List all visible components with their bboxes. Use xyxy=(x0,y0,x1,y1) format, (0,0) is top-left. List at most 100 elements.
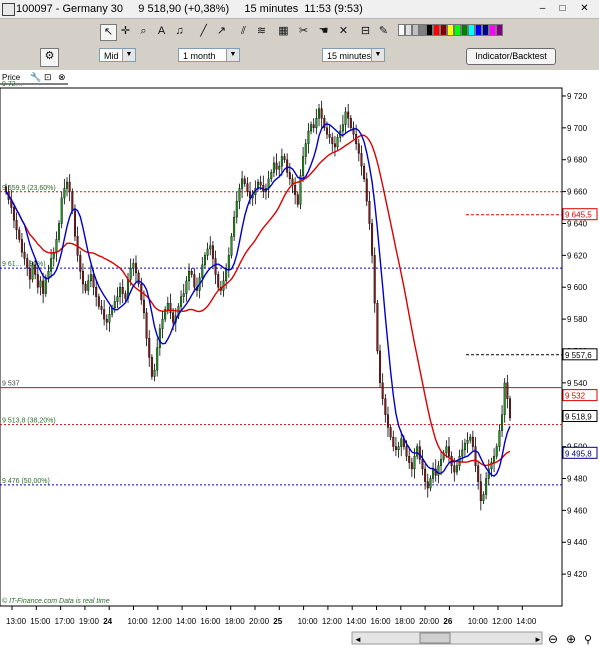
price-type-select[interactable]: Mid ▼ xyxy=(99,48,136,62)
delete-icon[interactable]: ✕ xyxy=(336,24,351,39)
wrench-icon[interactable]: 🔧 xyxy=(30,71,41,82)
y-tick-label: 9 420 xyxy=(567,570,588,579)
candle-body xyxy=(410,462,413,470)
chart-settings-icon[interactable]: ⚙ xyxy=(40,48,59,67)
palette-swatch[interactable] xyxy=(461,24,468,36)
candle-body xyxy=(89,274,92,282)
chart-area[interactable]: Price🔧⊡⊗9 4209 4409 4609 4809 5009 5209 … xyxy=(0,70,599,650)
price-marker-label: 9 518,9 xyxy=(565,412,592,421)
candle-body xyxy=(23,251,26,259)
cut-icon[interactable]: ✂ xyxy=(296,24,311,39)
palette-swatch[interactable] xyxy=(412,24,419,36)
candle-body xyxy=(463,443,466,451)
candle-body xyxy=(294,185,297,195)
palette-swatch[interactable] xyxy=(405,24,412,36)
palette-swatch[interactable] xyxy=(489,24,496,36)
ruler-icon[interactable]: ⊟ xyxy=(358,24,373,39)
indicator-backtest-button[interactable]: Indicator/Backtest xyxy=(466,48,556,65)
window-title: 100097 - Germany 30 9 518,90 (+0,38%) 15… xyxy=(16,3,363,15)
candle-body xyxy=(217,274,220,288)
candle-body xyxy=(214,258,217,275)
maximize-panel-icon[interactable]: ⊡ xyxy=(44,72,52,82)
period-select[interactable]: 1 month ▼ xyxy=(178,48,240,62)
pen-icon[interactable]: ✎ xyxy=(376,24,391,39)
candle-body xyxy=(227,255,230,269)
candle-body xyxy=(278,165,281,170)
candle-body xyxy=(233,216,236,237)
candle-body xyxy=(445,446,448,454)
palette-swatch[interactable] xyxy=(454,24,461,36)
candle-body xyxy=(485,478,488,495)
candle-body xyxy=(108,314,111,323)
x-tick-label: 25 xyxy=(273,617,282,626)
palette-swatch[interactable] xyxy=(433,24,440,36)
hand-icon[interactable]: ☚ xyxy=(316,24,331,39)
candle-body xyxy=(333,143,336,148)
candle-body xyxy=(166,302,169,310)
cursor-icon[interactable]: ↖ xyxy=(100,24,117,41)
x-tick-label: 14:00 xyxy=(176,617,197,626)
y-tick-label: 9 440 xyxy=(567,538,588,547)
zoom-in-icon: ⊕ xyxy=(566,632,576,646)
candle-body xyxy=(365,178,368,202)
candle-body xyxy=(379,350,382,384)
trend-icon[interactable]: ↗ xyxy=(214,24,229,39)
candle-body xyxy=(283,156,286,160)
x-tick-label: 16:00 xyxy=(371,617,392,626)
text-icon[interactable]: A xyxy=(154,24,169,39)
price-chart[interactable]: Price🔧⊡⊗9 4209 4409 4609 4809 5009 5209 … xyxy=(0,70,599,650)
x-tick-label: 20:00 xyxy=(249,617,270,626)
zoom-icon[interactable]: ⌕ xyxy=(136,24,151,39)
candle-body xyxy=(203,255,206,266)
candle-body xyxy=(336,137,339,148)
candle-body xyxy=(36,274,39,288)
channel-icon[interactable]: ⫽ xyxy=(236,24,251,39)
candle-body xyxy=(408,455,411,463)
palette-swatch[interactable] xyxy=(496,24,503,36)
candle-body xyxy=(34,264,37,275)
minimize-button[interactable]: – xyxy=(536,3,549,14)
palette-swatch[interactable] xyxy=(440,24,447,36)
candle-body xyxy=(42,280,45,294)
candle-body xyxy=(482,494,485,502)
scrollbar-thumb[interactable] xyxy=(419,632,451,644)
palette-swatch[interactable] xyxy=(398,24,405,36)
interval-select[interactable]: 15 minutes ▼ xyxy=(322,48,385,62)
candle-body xyxy=(121,287,124,294)
candle-body xyxy=(440,459,443,466)
maximize-button[interactable]: □ xyxy=(556,3,569,14)
line-icon[interactable]: ╱ xyxy=(196,24,211,39)
candle-body xyxy=(477,465,480,482)
x-tick-label: 20:00 xyxy=(419,617,440,626)
close-panel-icon[interactable]: ⊗ xyxy=(58,72,66,82)
crosshair-icon[interactable]: ✛ xyxy=(118,24,133,39)
grid-icon[interactable]: ▦ xyxy=(276,24,291,39)
palette-swatch[interactable] xyxy=(475,24,482,36)
candle-body xyxy=(132,263,135,269)
palette-swatch[interactable] xyxy=(419,24,426,36)
pin-icon: ⚲ xyxy=(584,634,592,646)
candle-body xyxy=(304,143,307,157)
fibonacci-icon[interactable]: ≋ xyxy=(254,24,269,39)
close-button[interactable]: ✕ xyxy=(578,3,591,14)
y-tick-label: 9 600 xyxy=(567,283,588,292)
chevron-down-icon: ▼ xyxy=(371,49,384,61)
candle-body xyxy=(447,446,450,457)
x-tick-label: 26 xyxy=(443,617,452,626)
x-tick-label: 24 xyxy=(103,617,112,626)
palette-swatch[interactable] xyxy=(482,24,489,36)
candle-body xyxy=(310,124,313,132)
x-tick-label: 14:00 xyxy=(516,617,537,626)
y-tick-label: 9 620 xyxy=(567,251,588,260)
alarm-icon[interactable]: ♫ xyxy=(172,24,187,39)
x-tick-label: 17:00 xyxy=(55,617,76,626)
candle-body xyxy=(161,318,164,329)
palette-swatch[interactable] xyxy=(468,24,475,36)
candle-body xyxy=(31,264,34,280)
price-marker-label: 9 532 xyxy=(565,392,586,401)
palette-swatch[interactable] xyxy=(426,24,433,36)
candle-body xyxy=(418,446,421,460)
candle-body xyxy=(371,223,374,256)
x-tick-label: 16:00 xyxy=(200,617,221,626)
palette-swatch[interactable] xyxy=(447,24,454,36)
